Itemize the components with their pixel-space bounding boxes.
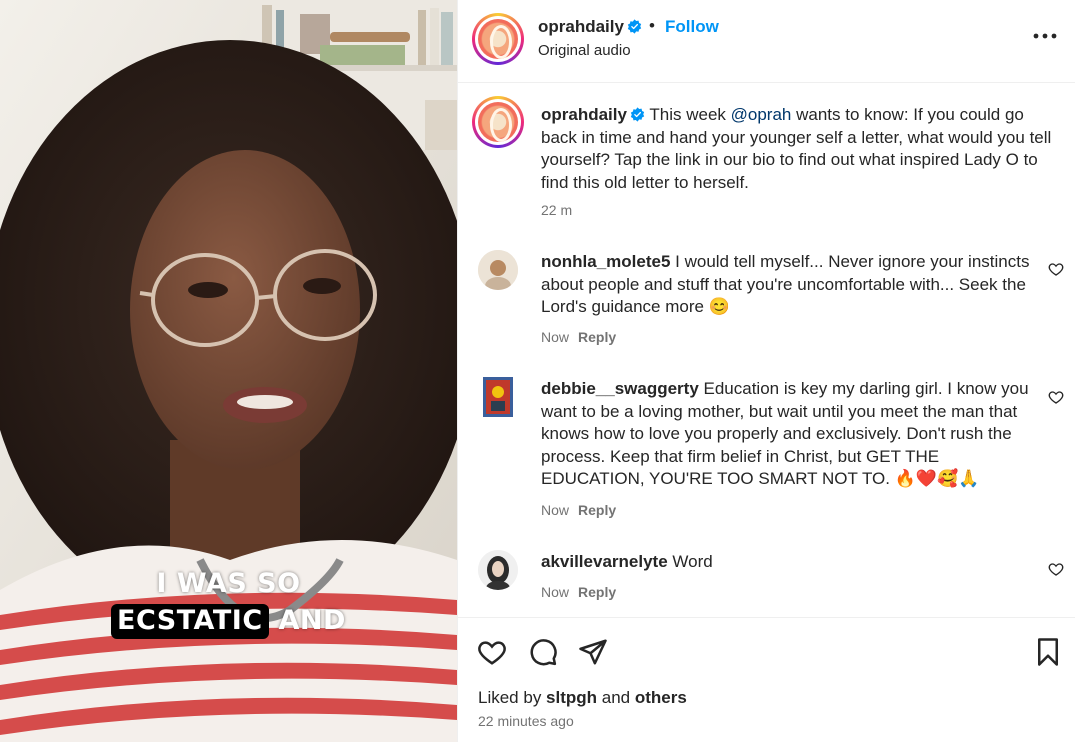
avatar-image [483,377,513,417]
reply-button[interactable]: Reply [578,502,616,518]
save-bookmark-icon[interactable] [1033,637,1063,667]
caption-text-part1: This week [644,105,731,124]
liked-by-text: Liked by sltpgh and others [478,688,687,708]
liked-by-others-link[interactable]: others [635,688,687,707]
comment-time: Now [541,329,570,345]
video-caption-line2: ECSTATIC AND [0,604,457,639]
share-paper-plane-icon[interactable] [578,637,608,667]
oprah-daily-logo-icon [478,102,518,142]
more-options-icon[interactable] [1030,24,1060,48]
video-caption-line1: I WAS SO [156,568,301,599]
verified-badge-icon [630,107,645,122]
reply-button[interactable]: Reply [578,584,616,600]
author-avatar[interactable] [472,13,524,65]
separator-dot: • [649,16,655,35]
oprah-daily-logo-icon [478,19,518,59]
post-caption: oprahdaily This week @oprah wants to kno… [541,104,1053,194]
comment-text: akvillevarnelyte Word [541,551,1041,574]
audio-link[interactable]: Original audio [538,42,631,59]
follow-button[interactable]: Follow [665,17,719,37]
comment-text: nonhla_molete5 I would tell myself... Ne… [541,251,1041,319]
commenter-avatar[interactable] [478,250,518,290]
post-header: oprahdaily • Follow Original audio [458,0,1075,83]
video-caption-rest: AND [268,605,346,636]
caption-author-avatar[interactable] [472,96,524,148]
post-time-ago: 22 minutes ago [478,713,574,729]
comment-meta: Now Reply [541,584,616,600]
avatar-image [478,550,518,590]
comment-meta: Now Reply [541,502,616,518]
mention-link[interactable]: @oprah [731,105,792,124]
commenter-avatar[interactable] [478,550,518,590]
comment-text: debbie__swaggerty Education is key my da… [541,378,1041,491]
comment-bubble-icon[interactable] [528,637,558,667]
commenter-avatar[interactable] [483,377,513,417]
comment-time: Now [541,584,570,600]
like-comment-heart-icon[interactable] [1048,561,1064,577]
verified-badge-icon [627,19,642,34]
author-line: oprahdaily [538,17,642,37]
comment-time: Now [541,502,570,518]
liked-by-user[interactable]: sltpgh [546,688,597,707]
liked-by-and: and [597,688,635,707]
avatar-image [478,250,518,290]
comment-username[interactable]: debbie__swaggerty [541,379,699,398]
comment-content: Word [667,552,713,571]
like-heart-icon[interactable] [477,637,507,667]
author-username[interactable]: oprahdaily [538,17,624,36]
video-caption-highlight: ECSTATIC [111,604,269,639]
caption-timestamp: 22 m [541,202,573,218]
comment-username[interactable]: nonhla_molete5 [541,252,670,271]
like-comment-heart-icon[interactable] [1048,389,1064,405]
liked-by-prefix: Liked by [478,688,547,707]
reel-video[interactable]: I WAS SO ECSTATIC AND [0,0,457,742]
caption-username[interactable]: oprahdaily [541,105,627,124]
comment-username[interactable]: akvillevarnelyte [541,552,668,571]
like-comment-heart-icon[interactable] [1048,261,1064,277]
comment-meta: Now Reply [541,329,616,345]
post-panel: oprahdaily • Follow Original audio oprah… [457,0,1075,742]
reply-button[interactable]: Reply [578,329,616,345]
